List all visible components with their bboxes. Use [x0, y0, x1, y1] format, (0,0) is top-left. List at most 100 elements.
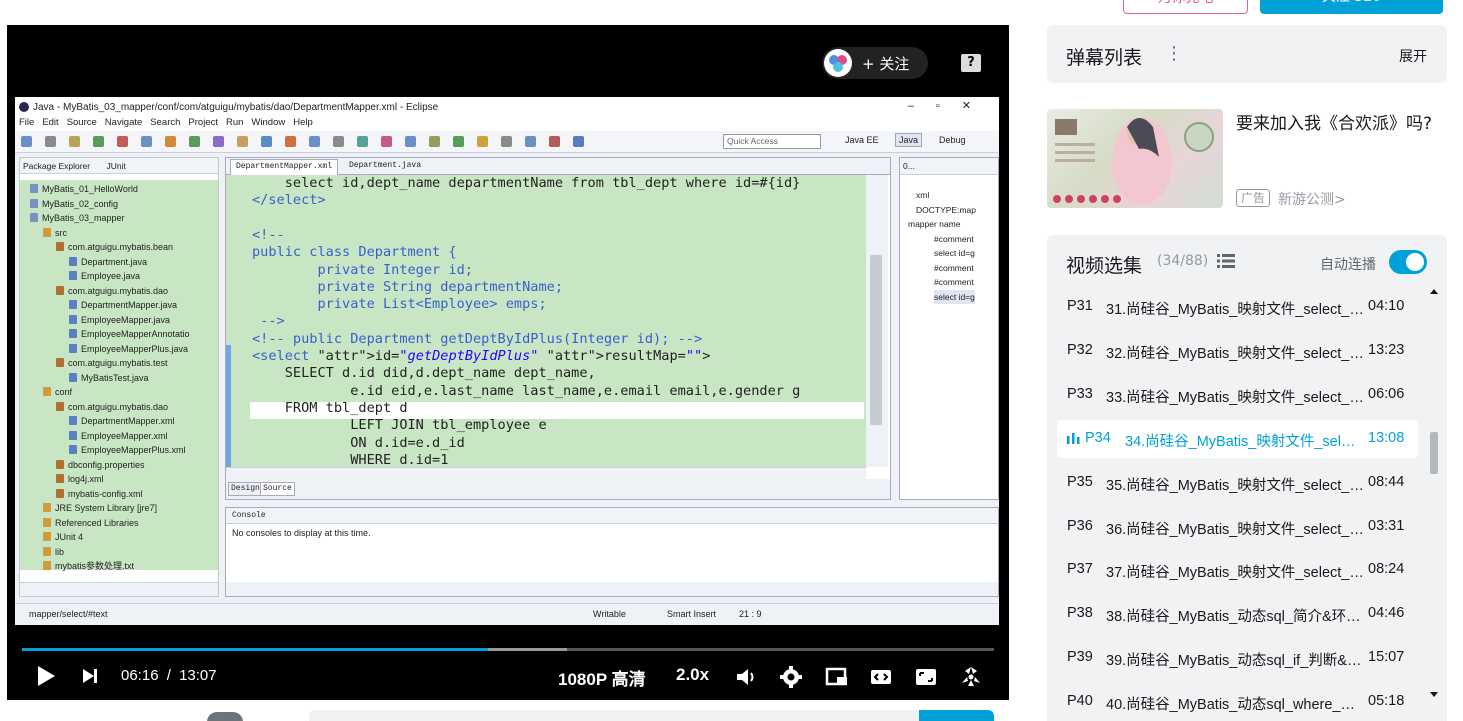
ad-image[interactable]: [1047, 109, 1223, 208]
tree-node-icon: [69, 343, 77, 353]
package-tree-item: mybatis-config.xml: [56, 487, 143, 501]
package-tree-item: com.atguigu.mybatis.dao: [56, 284, 168, 298]
episode-item[interactable]: P34 34.尚硅谷_MyBatis_映射文件_select_resultMap_…: [1057, 419, 1418, 458]
episode-item[interactable]: P33 33.尚硅谷_MyBatis_映射文件_select_resultMap_…: [1057, 376, 1418, 414]
episode-item[interactable]: P38 38.尚硅谷_MyBatis_动态sql_简介&环境搭建 04:46: [1057, 595, 1418, 633]
episode-item[interactable]: P31 31.尚硅谷_MyBatis_映射文件_select_resultMap_…: [1057, 288, 1418, 326]
toolbar-icon: [69, 136, 80, 147]
play-icon[interactable]: [35, 665, 57, 687]
now-playing-icon: [1067, 432, 1080, 444]
episode-number: P37: [1067, 561, 1093, 578]
episode-item[interactable]: P36 36.尚硅谷_MyBatis_映射文件_select_resultMap_…: [1057, 508, 1418, 546]
ad-link[interactable]: 新游公测>: [1278, 189, 1346, 209]
playlist-scroll-thumb[interactable]: [1430, 432, 1438, 474]
scroll-down-icon[interactable]: [1429, 691, 1439, 699]
status-insert: Smart Insert: [667, 609, 717, 619]
code-line: <select "attr">id="getDeptByIdPlus" "att…: [252, 348, 711, 364]
episode-number: P33: [1067, 385, 1093, 402]
episode-duration: 13:08: [1368, 429, 1405, 446]
code-line: select id,dept_name departmentName from …: [252, 175, 801, 191]
tree-node-icon: [43, 387, 51, 396]
danmaku-send-button[interactable]: [919, 710, 994, 721]
follow-uploader-button[interactable]: 关注 320: [1260, 0, 1443, 14]
web-fullscreen-icon[interactable]: [914, 665, 938, 689]
package-tree-item: DepartmentMapper.java: [69, 298, 177, 312]
playlist-scrollbar[interactable]: [1427, 287, 1441, 721]
episode-item[interactable]: P40 40.尚硅谷_MyBatis_动态sql_where_查询条件05:18: [1057, 683, 1418, 721]
autoplay-toggle[interactable]: [1389, 250, 1427, 274]
widescreen-icon[interactable]: [869, 665, 893, 689]
episode-item[interactable]: P35 35.尚硅谷_MyBatis_映射文件_select_resultMap_…: [1057, 464, 1418, 502]
danmaku-list-panel[interactable]: 弹幕列表 ⋮ 展开: [1047, 25, 1447, 83]
toolbar-icon: [429, 136, 440, 147]
episode-duration: 13:23: [1368, 341, 1405, 358]
more-options-icon[interactable]: ⋮: [1165, 43, 1183, 64]
volume-icon[interactable]: [734, 665, 758, 689]
console-view: Console No consoles to display at this t…: [225, 507, 999, 597]
code-area: select id,dept_name departmentName from …: [226, 175, 866, 468]
playlist-count: (34/88): [1157, 253, 1209, 269]
outline-view: 0... xml DOCTYPE:map mapper name #comment se…: [899, 157, 999, 500]
toolbar-icon: [117, 136, 128, 147]
autoplay-toggle-knob: [1406, 253, 1424, 271]
help-icon[interactable]: ?: [961, 54, 981, 72]
next-episode-icon[interactable]: [81, 667, 99, 685]
quality-selector[interactable]: 1080P 高清: [558, 665, 646, 690]
tree-node-label: src: [55, 227, 67, 238]
eclipse-menu-navigate: Navigate: [104, 117, 143, 128]
speed-selector[interactable]: 2.0x: [676, 665, 709, 685]
charge-button[interactable]: 为你充电: [1123, 0, 1248, 14]
tree-node-icon: [56, 285, 64, 295]
video-player[interactable]: + 关注 ? Java - MyBatis_03_mapper/conf/com…: [7, 25, 1009, 700]
package-tree-item: MyBatis_02_config: [30, 197, 118, 211]
list-view-icon[interactable]: [1217, 253, 1235, 269]
time-total: 13:07: [179, 667, 217, 684]
episode-item[interactable]: P39 39.尚硅谷_MyBatis_动态sql_if_判断&OGNL 15:07: [1057, 639, 1418, 677]
episode-title: 33.尚硅谷_MyBatis_映射文件_select_resultMap_关联查…: [1106, 389, 1364, 406]
follow-label: + 关注: [862, 54, 910, 73]
tree-node-icon: [56, 488, 64, 498]
tree-node-label: JUnit 4: [55, 532, 84, 542]
design-tab: Design: [228, 482, 263, 496]
toolbar-icon: [285, 136, 296, 147]
episode-item[interactable]: P37 37.尚硅谷_MyBatis_映射文件_select_resultMap_…: [1057, 551, 1418, 589]
outline-item: select id=g: [934, 289, 975, 304]
tree-node-icon: [43, 227, 51, 237]
picture-in-picture-icon[interactable]: [825, 665, 849, 689]
xml-editor: DepartmentMapper.xml Department.java sel…: [225, 157, 891, 500]
tree-node-label: Employee.java: [81, 271, 141, 281]
tree-node-label: EmployeeMapper.java: [81, 314, 171, 325]
outline-item: #comment: [934, 233, 974, 244]
toolbar-icon: [333, 136, 344, 147]
danmaku-toggle[interactable]: [207, 712, 243, 721]
tree-node-icon: [69, 329, 77, 338]
outline-item: xml: [916, 190, 930, 200]
progress-bar[interactable]: [22, 648, 994, 651]
code-line: -->: [252, 313, 285, 330]
expand-button[interactable]: 展开: [1399, 46, 1427, 66]
tree-node-icon: [30, 198, 38, 208]
danmaku-input[interactable]: [309, 710, 921, 721]
player-controls: 06:16 / 13:07 1080P 高清 2.0x: [7, 657, 1009, 697]
ad-title[interactable]: 要来加入我《合欢派》吗?: [1236, 109, 1432, 134]
ad-artwork-icon: [1053, 117, 1214, 205]
perspective-java: Java: [895, 133, 923, 147]
quick-access-input: Quick Access: [723, 134, 821, 149]
episode-item[interactable]: P32 32.尚硅谷_MyBatis_映射文件_select_resultMap_…: [1057, 332, 1418, 370]
eclipse-screencast: Java - MyBatis_03_mapper/conf/com/atguig…: [15, 97, 999, 625]
toolbar-icon: [357, 136, 368, 147]
tree-node-label: JRE System Library [jre7]: [55, 503, 158, 513]
episode-number: P35: [1067, 473, 1093, 490]
package-tree-item: Employee.java: [69, 269, 140, 283]
settings-gear-icon[interactable]: [779, 665, 803, 689]
episode-number: P38: [1067, 605, 1093, 622]
episode-title: 39.尚硅谷_MyBatis_动态sql_if_判断&OGNL: [1106, 653, 1364, 670]
package-tree-item: EmployeeMapper.xml: [69, 429, 168, 443]
fullscreen-icon[interactable]: [959, 665, 983, 689]
scroll-up-icon[interactable]: [1429, 287, 1439, 295]
editor-hscroll: [226, 467, 866, 479]
toolbar-icon: [189, 136, 200, 147]
code-line: private List<Employee> emps;: [252, 296, 547, 313]
tree-node-label: EmployeeMapperAnnotatio: [81, 329, 190, 339]
follow-pill[interactable]: + 关注: [822, 47, 928, 79]
